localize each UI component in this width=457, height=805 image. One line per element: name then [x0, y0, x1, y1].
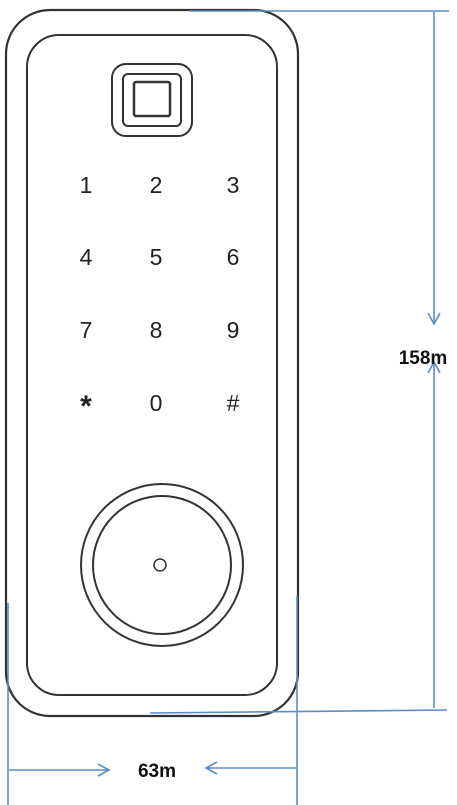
device-inner-panel	[26, 34, 278, 696]
key-2: 2	[150, 172, 163, 198]
key-4: 4	[80, 244, 93, 270]
key-hash: #	[227, 390, 240, 416]
key-6: 6	[227, 244, 240, 270]
key-8: 8	[150, 317, 163, 343]
key-1: 1	[80, 172, 93, 198]
key-star: *	[80, 390, 92, 423]
key-7: 7	[80, 317, 93, 343]
height-label: 158m	[399, 348, 448, 369]
width-label: 63m	[138, 761, 176, 782]
key-9: 9	[227, 317, 240, 343]
key-3: 3	[227, 172, 240, 198]
lock-dimension-diagram: 1 2 3 4 5 6 7 8 9 * 0 # 158m 63m	[4, 8, 449, 805]
key-5: 5	[150, 244, 163, 270]
key-0: 0	[150, 390, 163, 416]
